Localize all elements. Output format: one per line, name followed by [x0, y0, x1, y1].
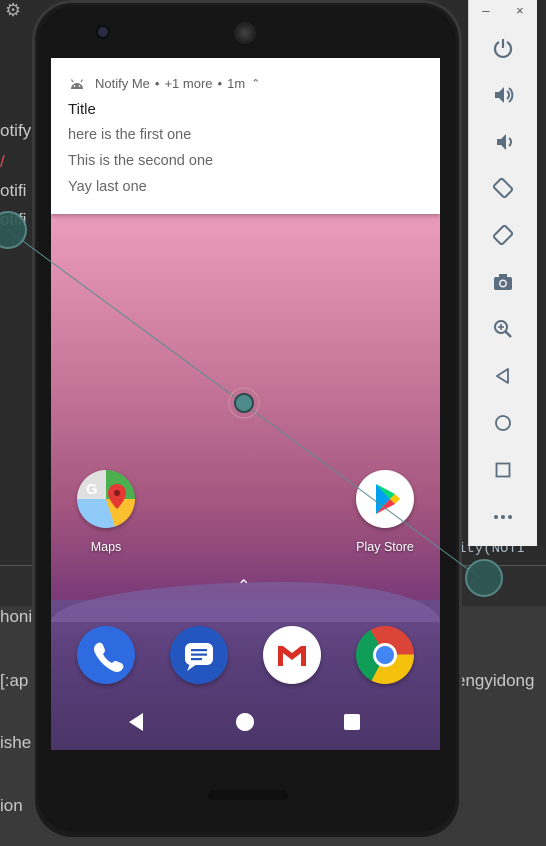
- notification-title: Title: [68, 101, 96, 118]
- home-icon[interactable]: [486, 406, 520, 440]
- back-icon[interactable]: [486, 359, 520, 393]
- notification-more: +1 more: [164, 76, 213, 91]
- play-store-app[interactable]: Play Store: [345, 470, 425, 554]
- ide-text-left-2: /: [0, 152, 5, 171]
- power-icon[interactable]: [486, 31, 520, 65]
- gear-icon[interactable]: ⚙: [5, 0, 21, 21]
- ide-text-left-4: otifi: [0, 210, 27, 229]
- ide-text-bottom-1: honi: [0, 607, 33, 626]
- notification-app-name: Notify Me: [95, 76, 150, 91]
- play-store-icon: [356, 470, 414, 528]
- front-camera: [98, 27, 108, 37]
- navigation-bar: [51, 694, 440, 750]
- app-drawer-arrow-icon[interactable]: ⌃: [237, 576, 250, 596]
- notification-card[interactable]: Notify Me • +1 more • 1m ⌃ Title here is…: [51, 58, 440, 214]
- rotate-right-icon[interactable]: [486, 218, 520, 252]
- maps-app[interactable]: G Maps: [66, 470, 146, 554]
- recents-button[interactable]: [344, 714, 360, 730]
- play-store-label: Play Store: [356, 540, 414, 554]
- volume-down-icon[interactable]: [486, 125, 520, 159]
- notification-time: 1m: [227, 76, 246, 91]
- rotate-left-icon[interactable]: [486, 171, 520, 205]
- bottom-speaker: [208, 790, 288, 800]
- overview-icon[interactable]: [486, 453, 520, 487]
- home-button[interactable]: [236, 713, 254, 731]
- phone-app-icon[interactable]: [77, 626, 135, 684]
- phone-screen: Notify Me • +1 more • 1m ⌃ Title here is…: [51, 58, 440, 750]
- chrome-app-icon[interactable]: [356, 626, 414, 684]
- notification-line-2: This is the second one: [68, 153, 214, 169]
- ide-text-bottom-4: ion: [0, 796, 23, 815]
- back-button[interactable]: [129, 713, 143, 731]
- maps-label: Maps: [90, 540, 122, 554]
- zoom-icon[interactable]: [486, 312, 520, 346]
- toolbar-window-controls: – ×: [469, 0, 537, 20]
- svg-text:G: G: [86, 481, 98, 498]
- ide-text-bottom-2: [:ap: [0, 671, 29, 690]
- camera-icon[interactable]: [486, 265, 520, 299]
- maps-icon: G: [77, 470, 135, 528]
- notification-line-3: Yay last one: [68, 179, 147, 195]
- ide-text-left-1: otify: [0, 121, 32, 140]
- minimize-button[interactable]: –: [482, 3, 489, 18]
- messages-app-icon[interactable]: [170, 626, 228, 684]
- emulator-toolbar: – ×: [468, 0, 537, 546]
- more-icon[interactable]: [486, 500, 520, 534]
- ide-text-left-3: otifi: [0, 181, 27, 200]
- ide-text-bottom-right: engyidong: [456, 671, 535, 690]
- ide-text-bottom-3: ishe: [0, 733, 32, 752]
- close-button[interactable]: ×: [516, 3, 524, 18]
- gmail-app-icon[interactable]: [263, 626, 321, 684]
- android-icon: [70, 78, 84, 89]
- volume-up-icon[interactable]: [486, 78, 520, 112]
- chevron-up-icon[interactable]: ⌃: [251, 77, 260, 90]
- earpiece-speaker: [234, 22, 256, 44]
- notification-header: Notify Me • +1 more • 1m ⌃: [69, 76, 260, 91]
- notification-line-1: here is the first one: [68, 127, 192, 143]
